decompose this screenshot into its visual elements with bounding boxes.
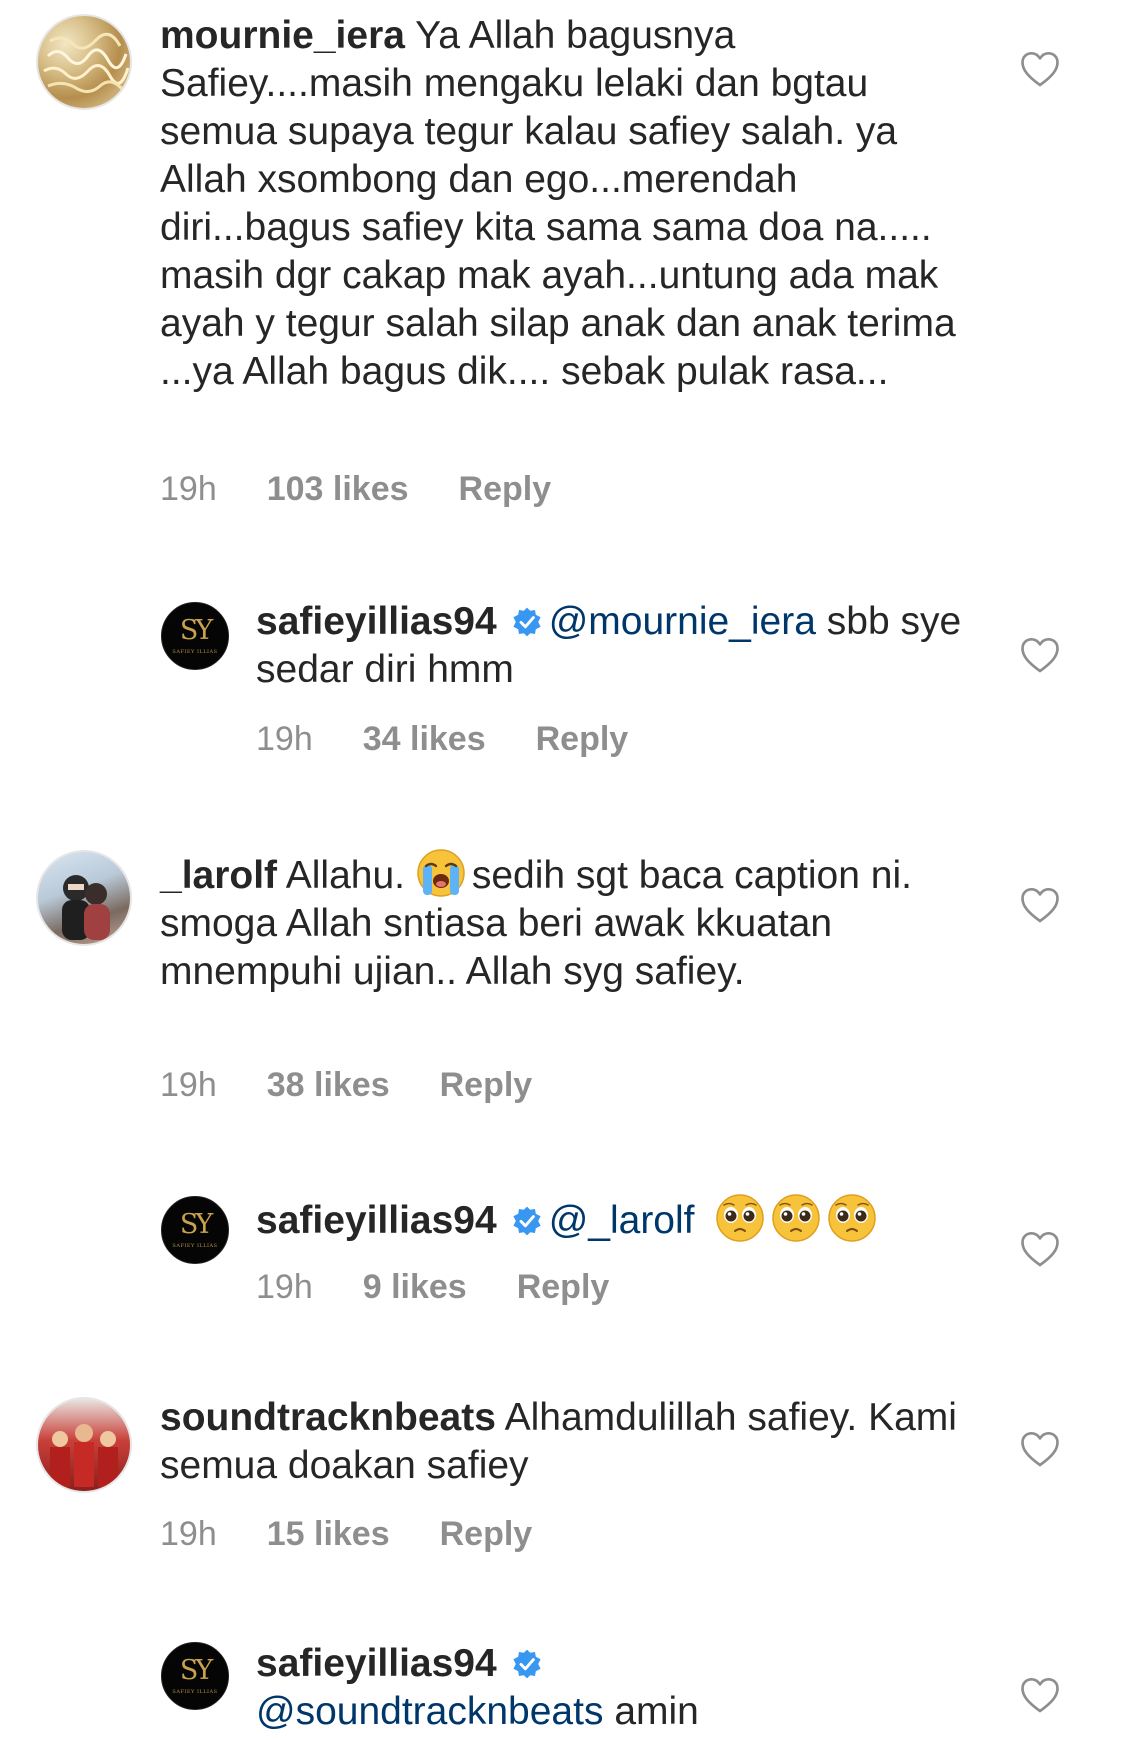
comment-text: amin <box>614 1690 699 1733</box>
pleading-face-icon <box>827 1193 877 1243</box>
comment-body: soundtracknbeats Alhamdulillah safiey. K… <box>160 1394 960 1490</box>
monogram-logo: SY <box>179 615 213 646</box>
comment-time: 19h <box>160 1515 217 1553</box>
like-heart-icon[interactable] <box>1020 1676 1060 1716</box>
comment-body: mournie_iera Ya Allah bagusnya Safiey...… <box>160 12 960 396</box>
monogram-subtext: SAFIEY ILLIAS <box>172 649 218 655</box>
comment-time: 19h <box>160 1066 217 1104</box>
monogram-subtext: SAFIEY ILLIAS <box>172 1689 218 1695</box>
comment-text-start: Allahu. <box>285 854 405 897</box>
verified-badge-icon <box>511 606 543 638</box>
reply-button[interactable]: Reply <box>440 1066 533 1105</box>
monogram-logo: SY <box>179 1655 213 1686</box>
team-photo-icon <box>50 1424 118 1487</box>
like-heart-icon[interactable] <box>1020 636 1060 676</box>
user-avatar[interactable]: SY SAFIEY ILLIAS <box>161 1642 229 1710</box>
couple-photo-icon <box>62 875 110 940</box>
comment-username[interactable]: _larolf <box>160 854 277 897</box>
comment-meta: 19h 103 likes Reply <box>160 470 551 509</box>
comment-likes[interactable]: 38 likes <box>267 1066 390 1105</box>
user-avatar[interactable] <box>36 850 132 946</box>
mention-link[interactable]: @_larolf <box>549 1199 695 1242</box>
reply-button[interactable]: Reply <box>536 720 629 759</box>
comment-username[interactable]: safieyillias94 <box>256 1199 497 1242</box>
comment-time: 19h <box>160 470 217 508</box>
reply-button[interactable]: Reply <box>459 470 552 509</box>
comment-likes[interactable]: 9 likes <box>363 1268 467 1307</box>
like-heart-icon[interactable] <box>1020 1430 1060 1470</box>
reply-button[interactable]: Reply <box>440 1515 533 1554</box>
comment-meta: 19h 34 likes Reply <box>256 720 628 759</box>
mention-link[interactable]: @soundtracknbeats <box>256 1690 603 1733</box>
comment-likes[interactable]: 103 likes <box>267 470 409 509</box>
comment-meta: 19h 38 likes Reply <box>160 1066 532 1105</box>
comment-body: safieyillias94 @soundtracknbeats amin <box>256 1640 976 1736</box>
comment-time: 19h <box>256 1268 313 1306</box>
comment-username[interactable]: safieyillias94 <box>256 600 497 643</box>
comment-likes[interactable]: 15 likes <box>267 1515 390 1554</box>
verified-badge-icon <box>511 1648 543 1680</box>
user-avatar[interactable]: SY SAFIEY ILLIAS <box>161 602 229 670</box>
like-heart-icon[interactable] <box>1020 886 1060 926</box>
comment-username[interactable]: safieyillias94 <box>256 1642 497 1685</box>
reply-button[interactable]: Reply <box>517 1268 610 1307</box>
comment-time: 19h <box>256 720 313 758</box>
user-avatar[interactable] <box>36 14 132 110</box>
like-heart-icon[interactable] <box>1020 1230 1060 1270</box>
comment-likes[interactable]: 34 likes <box>363 720 486 759</box>
comment-text: Ya Allah bagusnya Safiey....masih mengak… <box>160 14 956 393</box>
user-avatar[interactable]: SY SAFIEY ILLIAS <box>161 1196 229 1264</box>
loudly-crying-face-icon <box>416 848 466 898</box>
verified-badge-icon <box>511 1205 543 1237</box>
like-heart-icon[interactable] <box>1020 50 1060 90</box>
comment-meta: 19h 15 likes Reply <box>160 1515 532 1554</box>
comment-meta: 19h 9 likes Reply <box>256 1268 609 1307</box>
pleading-face-icon <box>771 1193 821 1243</box>
pleading-face-icon <box>715 1193 765 1243</box>
comment-username[interactable]: mournie_iera <box>160 14 405 57</box>
noodle-photo-icon <box>43 32 130 93</box>
comment-username[interactable]: soundtracknbeats <box>160 1396 496 1439</box>
mention-link[interactable]: @mournie_iera <box>549 600 816 643</box>
comment-body: safieyillias94 @_larolf <box>256 1193 976 1245</box>
monogram-subtext: SAFIEY ILLIAS <box>172 1243 218 1249</box>
user-avatar[interactable] <box>36 1397 132 1493</box>
comment-body: safieyillias94 @mournie_iera sbb sye seda… <box>256 598 976 694</box>
monogram-logo: SY <box>179 1209 213 1240</box>
comment-body: _larolf Allahu. sedih sgt baca caption n… <box>160 848 960 996</box>
